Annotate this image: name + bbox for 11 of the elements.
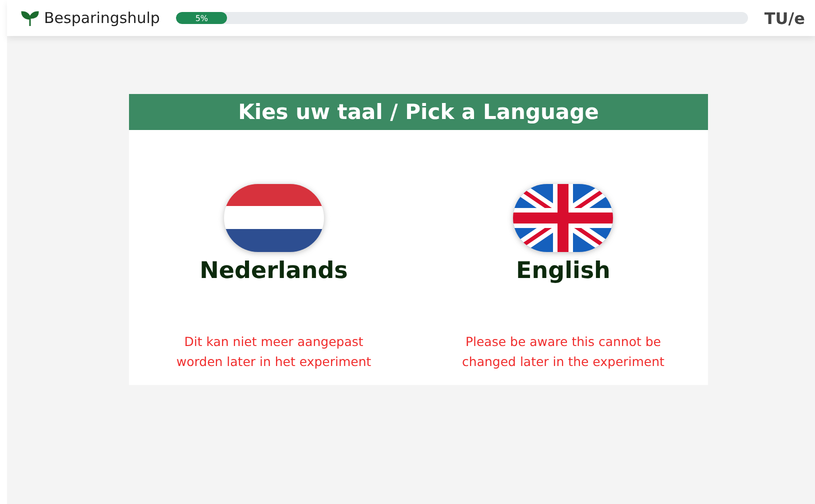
- language-option[interactable]: English: [516, 258, 610, 284]
- app-name: Besparingshulp: [44, 9, 160, 27]
- flag-icon: [513, 184, 614, 252]
- sprout-icon: [21, 10, 39, 26]
- warning-text: Dit kan niet meer aangepast worden later in het experiment: [175, 333, 372, 371]
- progress-label: 5%: [195, 14, 208, 22]
- warning-text: Please be aware this cannot be changed later in the experiment: [461, 333, 666, 371]
- language-option[interactable]: Nederlands: [200, 258, 348, 284]
- logo: TU/e: [764, 8, 805, 28]
- flag-icon: [224, 184, 324, 252]
- card-title: Kies uw taal / Pick a Language: [129, 94, 708, 130]
